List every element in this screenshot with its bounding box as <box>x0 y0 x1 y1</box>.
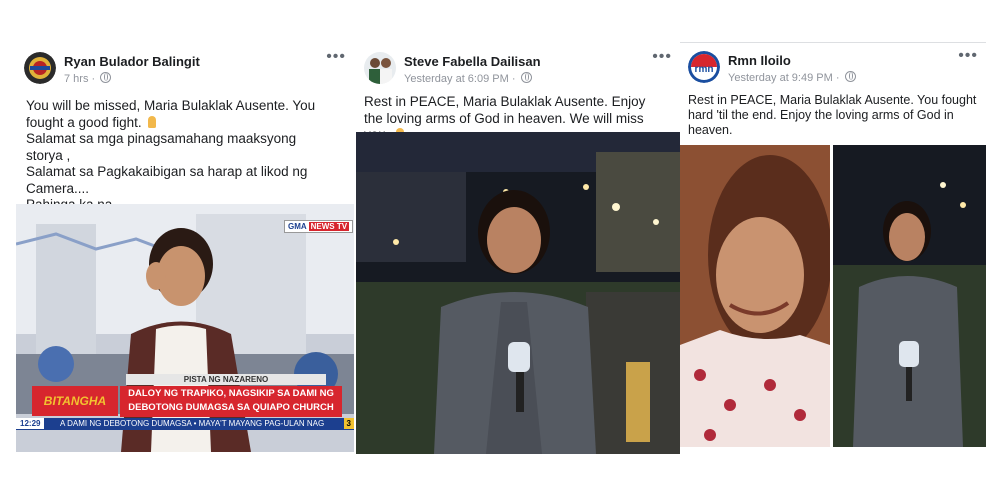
author-name[interactable]: Ryan Bulador Balingit <box>64 54 200 69</box>
post-text: Rest in PEACE, Maria Bulaklak Ausente. Y… <box>688 93 977 137</box>
facebook-post-rmn: rmn Rmn Iloilo Yesterday at 9:49 PM · ••… <box>680 42 986 453</box>
author-name[interactable]: Rmn Iloilo <box>728 53 791 68</box>
post-text: You will be missed, Maria Bulaklak Ausen… <box>26 98 316 212</box>
post-timestamp[interactable]: Yesterday at 6:09 PM · <box>404 72 532 85</box>
post-header: Ryan Bulador Balingit 7 hrs · ••• <box>24 49 346 88</box>
facebook-post-ryan: Ryan Bulador Balingit 7 hrs · ••• You wi… <box>16 44 354 454</box>
globe-icon <box>520 72 532 83</box>
avatar[interactable] <box>24 52 56 84</box>
lower-third-kicker: PISTA NG NAZARENO <box>126 374 326 385</box>
globe-icon <box>844 71 856 82</box>
more-options-button[interactable]: ••• <box>958 48 978 64</box>
post-photo-night-report[interactable] <box>356 132 680 454</box>
svg-text:rmn: rmn <box>695 64 714 75</box>
avatar[interactable]: rmn <box>688 51 720 83</box>
more-options-button[interactable]: ••• <box>652 49 672 65</box>
post-photo-night-report[interactable] <box>833 145 986 447</box>
folded-hands-icon <box>145 115 159 129</box>
post-timestamp[interactable]: 7 hrs · <box>64 72 112 85</box>
post-photo-portrait[interactable] <box>680 145 830 447</box>
post-header: Steve Fabella Dailisan Yesterday at 6:09… <box>364 49 672 88</box>
post-photo-tv-screenshot[interactable]: GMA NEWS TV PISTA NG NAZARENO BITANGHA D… <box>16 204 354 452</box>
program-logo: BITANGHA <box>32 386 118 416</box>
tv-network-logo: GMA NEWS TV <box>284 220 354 233</box>
post-header: rmn Rmn Iloilo Yesterday at 9:49 PM · ••… <box>688 48 978 87</box>
post-timestamp[interactable]: Yesterday at 9:49 PM · <box>728 71 856 84</box>
author-name[interactable]: Steve Fabella Dailisan <box>404 54 541 69</box>
globe-icon <box>100 72 112 83</box>
more-options-button[interactable]: ••• <box>326 49 346 65</box>
news-ticker: 12:29 A DAMI NG DEBOTONG DUMAGSA • MAYA'… <box>16 418 354 430</box>
facebook-post-steve: Steve Fabella Dailisan Yesterday at 6:09… <box>356 44 680 454</box>
avatar[interactable] <box>364 52 396 84</box>
lower-third-headline: DALOY NG TRAPIKO, NAGSIKIP SA DAMI NG DE… <box>120 386 342 417</box>
